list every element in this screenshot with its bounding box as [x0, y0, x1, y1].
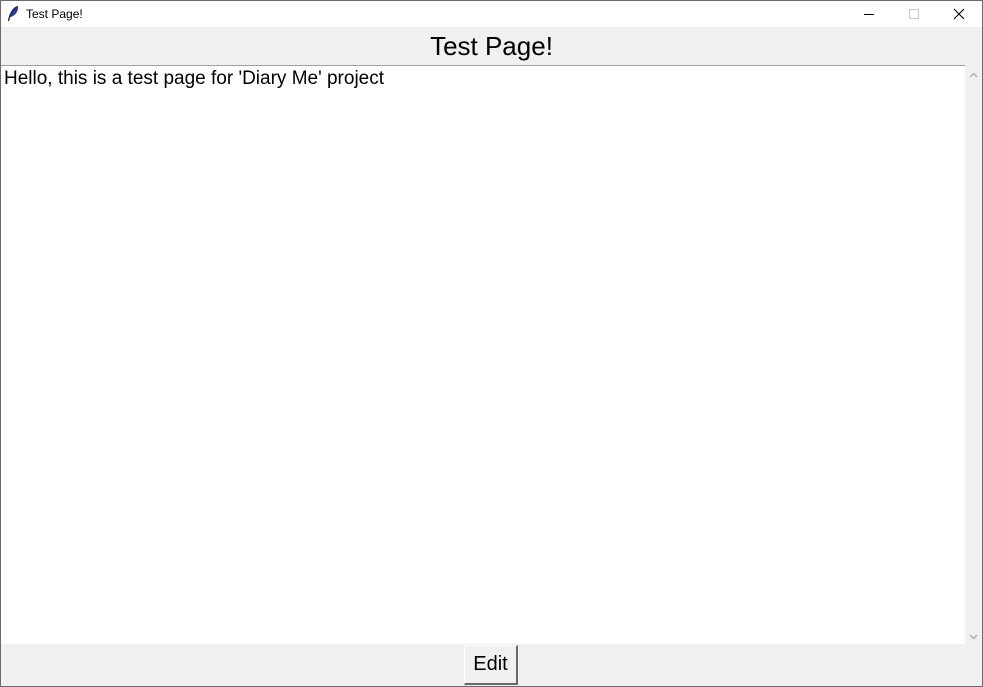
feather-icon: [7, 5, 19, 22]
chevron-down-icon: [969, 627, 978, 645]
close-icon: [953, 8, 965, 20]
vertical-scrollbar[interactable]: [965, 65, 982, 644]
window-title: Test Page!: [26, 7, 83, 21]
diary-text-area[interactable]: Hello, this is a test page for 'Diary Me…: [1, 65, 965, 644]
edit-button[interactable]: Edit: [464, 645, 518, 685]
close-button[interactable]: [936, 1, 982, 27]
maximize-button[interactable]: [891, 1, 937, 27]
scroll-up-button[interactable]: [965, 65, 982, 82]
bottom-bar: Edit: [1, 644, 982, 686]
page-title: Test Page!: [1, 27, 982, 65]
app-window: Test Page! Test Page! Hello, this is a t…: [0, 0, 983, 687]
title-bar[interactable]: Test Page!: [1, 1, 982, 27]
chevron-up-icon: [969, 65, 978, 83]
maximize-icon: [908, 8, 920, 20]
minimize-button[interactable]: [846, 1, 892, 27]
text-content: Hello, this is a test page for 'Diary Me…: [4, 68, 385, 89]
minimize-icon: [863, 8, 875, 20]
scroll-down-button[interactable]: [965, 627, 982, 644]
